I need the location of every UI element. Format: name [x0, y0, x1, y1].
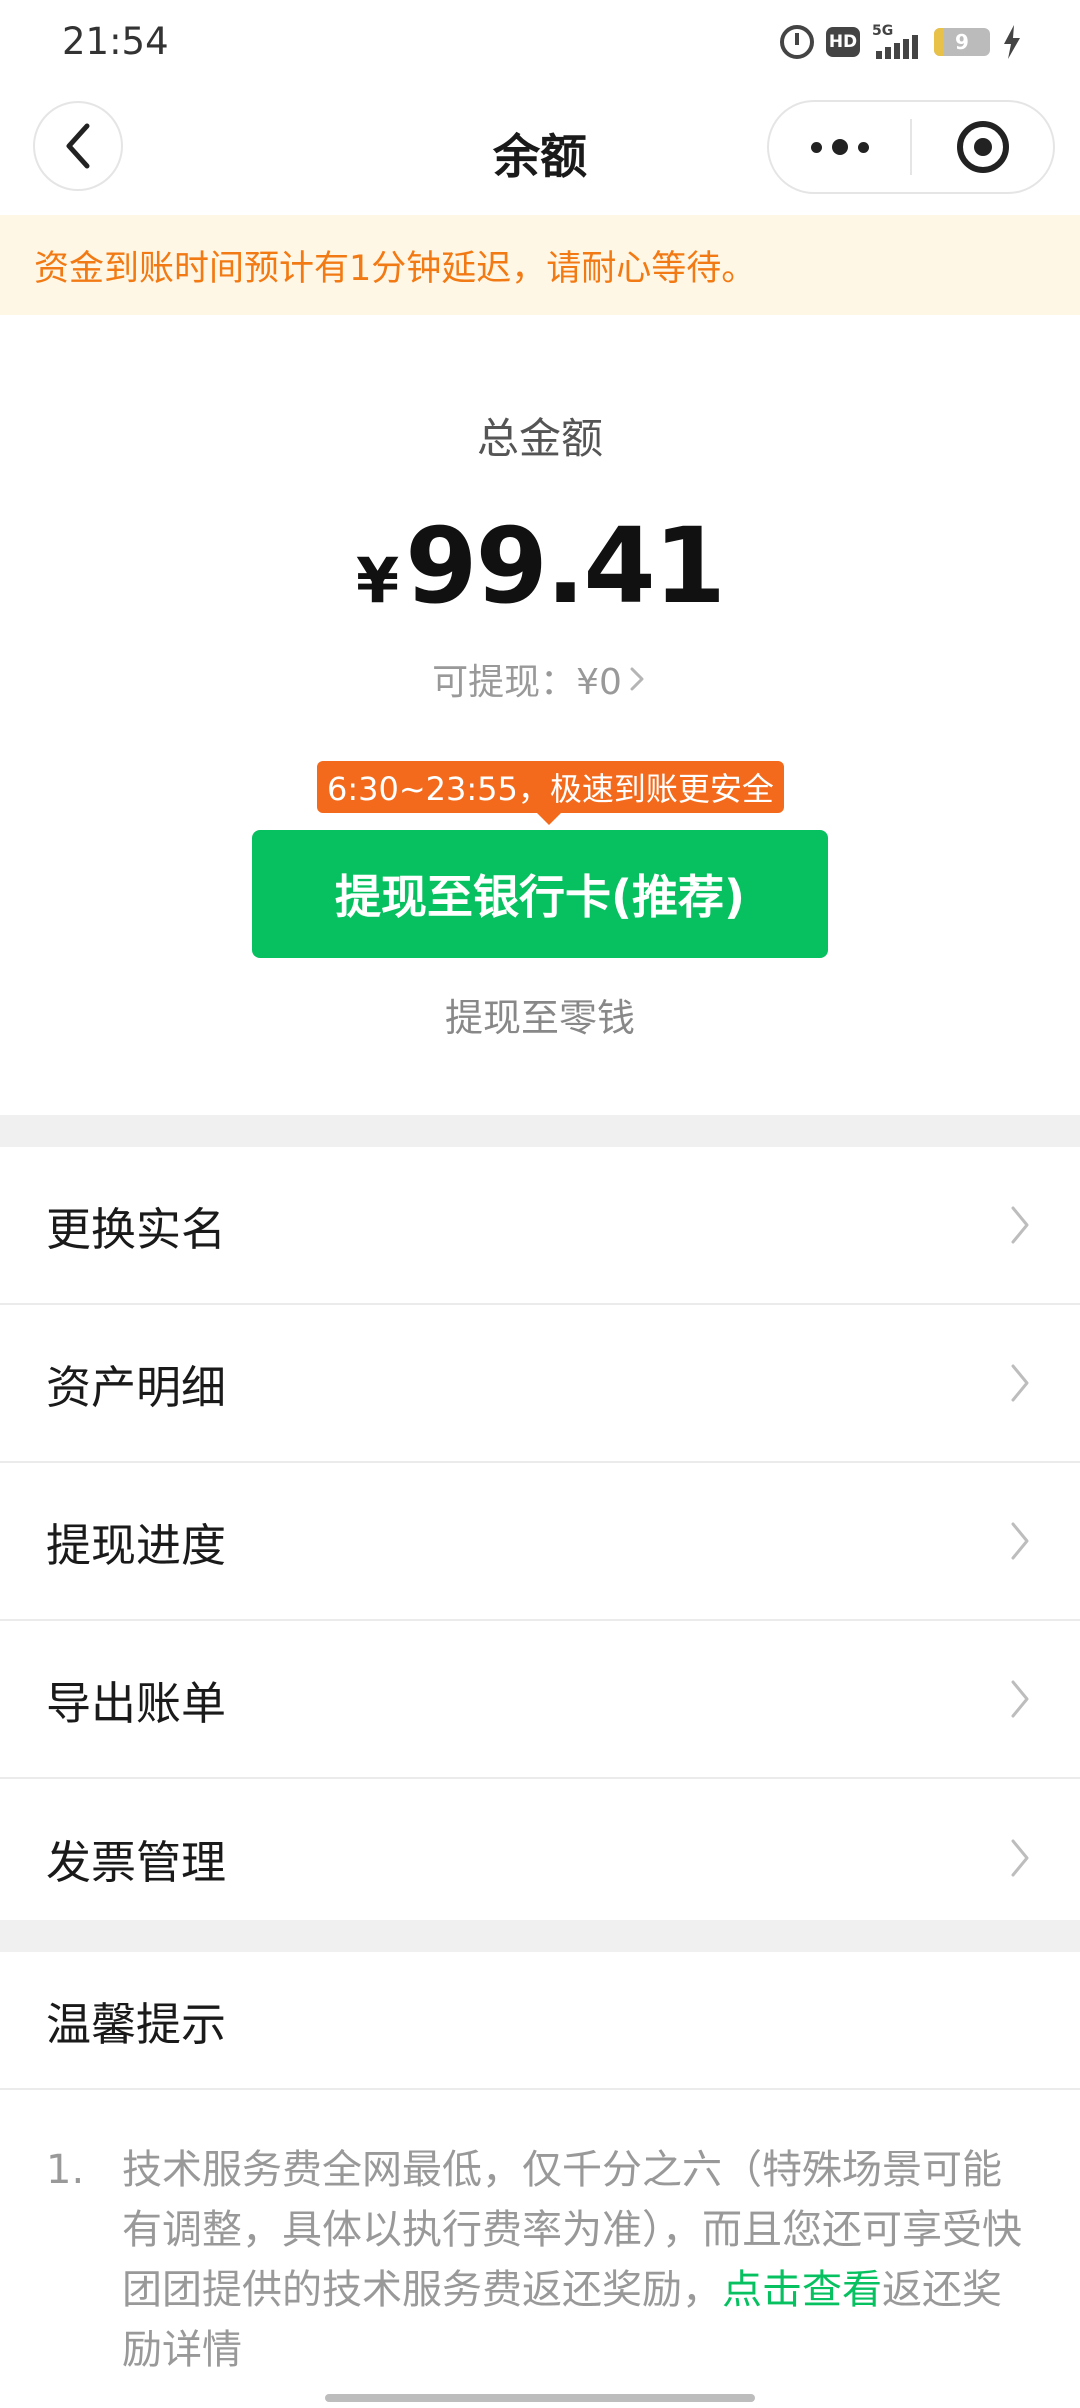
total-amount: ¥ 99.41	[0, 505, 1080, 627]
withdrawable-amount-link[interactable]: 可提现：¥0	[0, 653, 1080, 705]
menu-item-export-bill[interactable]: 导出账单	[0, 1621, 1080, 1779]
close-button[interactable]	[912, 102, 1053, 192]
battery-level: 9	[955, 30, 969, 54]
menu-item-label: 提现进度	[46, 1518, 227, 1572]
tip-index: 1.	[46, 2147, 85, 2193]
chevron-right-icon	[1011, 1364, 1029, 1402]
withdraw-to-bank-button[interactable]: 提现至银行卡(推荐)	[252, 830, 828, 958]
tips-title: 温馨提示	[46, 1997, 227, 2051]
menu-item-label: 资产明细	[46, 1360, 227, 1414]
home-indicator[interactable]	[325, 2394, 755, 2402]
status-icons: HD 5G 9	[780, 23, 1022, 60]
chevron-right-icon	[630, 667, 644, 691]
chevron-right-icon	[1011, 1206, 1029, 1244]
hd-icon: HD	[826, 24, 860, 60]
status-time: 21:54	[62, 20, 169, 63]
chevron-right-icon	[1011, 1522, 1029, 1560]
menu-item-withdraw-progress[interactable]: 提现进度	[0, 1463, 1080, 1621]
alarm-icon	[780, 24, 814, 60]
withdraw-to-wallet-link[interactable]: 提现至零钱	[0, 987, 1080, 1042]
currency-symbol: ¥	[355, 544, 400, 617]
view-reward-details-link[interactable]: 点击查看	[722, 2267, 882, 2313]
section-divider	[0, 1920, 1080, 1952]
status-bar: 21:54 HD 5G 9	[0, 0, 1080, 86]
balance-section: 总金额 ¥ 99.41 可提现：¥0 6:30~23:55，极速到账更安全 提现…	[0, 315, 1080, 1115]
more-button[interactable]	[769, 102, 910, 192]
menu-item-label: 导出账单	[46, 1676, 227, 1730]
withdrawable-text: 可提现：¥0	[432, 662, 622, 703]
menu-item-invoice-management[interactable]: 发票管理	[0, 1779, 1080, 1937]
section-divider	[0, 1115, 1080, 1147]
menu-item-label: 更换实名	[46, 1202, 227, 1256]
signal-icon: 5G	[872, 23, 922, 60]
chevron-right-icon	[1011, 1680, 1029, 1718]
battery-icon: 9	[934, 24, 990, 60]
mini-program-capsule	[767, 100, 1055, 194]
network-type-label: 5G	[872, 23, 894, 39]
speed-promo-badge: 6:30~23:55，极速到账更安全	[317, 761, 784, 825]
delay-notice: 资金到账时间预计有1分钟延迟，请耐心等待。	[0, 215, 1080, 315]
menu-item-change-real-name[interactable]: 更换实名	[0, 1147, 1080, 1305]
menu-list: 更换实名 资产明细 提现进度 导出账单 发票管理	[0, 1147, 1080, 1937]
charging-icon	[1002, 24, 1022, 60]
more-dots-icon	[810, 139, 869, 155]
total-amount-label: 总金额	[476, 414, 603, 463]
menu-item-asset-details[interactable]: 资产明细	[0, 1305, 1080, 1463]
chevron-right-icon	[1011, 1839, 1029, 1877]
tips-list-item: 1. 技术服务费全网最低，仅千分之六（特殊场景可能有调整，具体以执行费率为准），…	[0, 2140, 1080, 2380]
navigation-bar: 余额	[0, 98, 1080, 198]
menu-item-label: 发票管理	[46, 1835, 227, 1889]
target-icon	[956, 121, 1009, 173]
tips-header: 温馨提示	[0, 1952, 1080, 2090]
tip-text: 技术服务费全网最低，仅千分之六（特殊场景可能有调整，具体以执行费率为准），而且您…	[122, 2140, 1030, 2380]
amount-value: 99.41	[405, 505, 726, 627]
